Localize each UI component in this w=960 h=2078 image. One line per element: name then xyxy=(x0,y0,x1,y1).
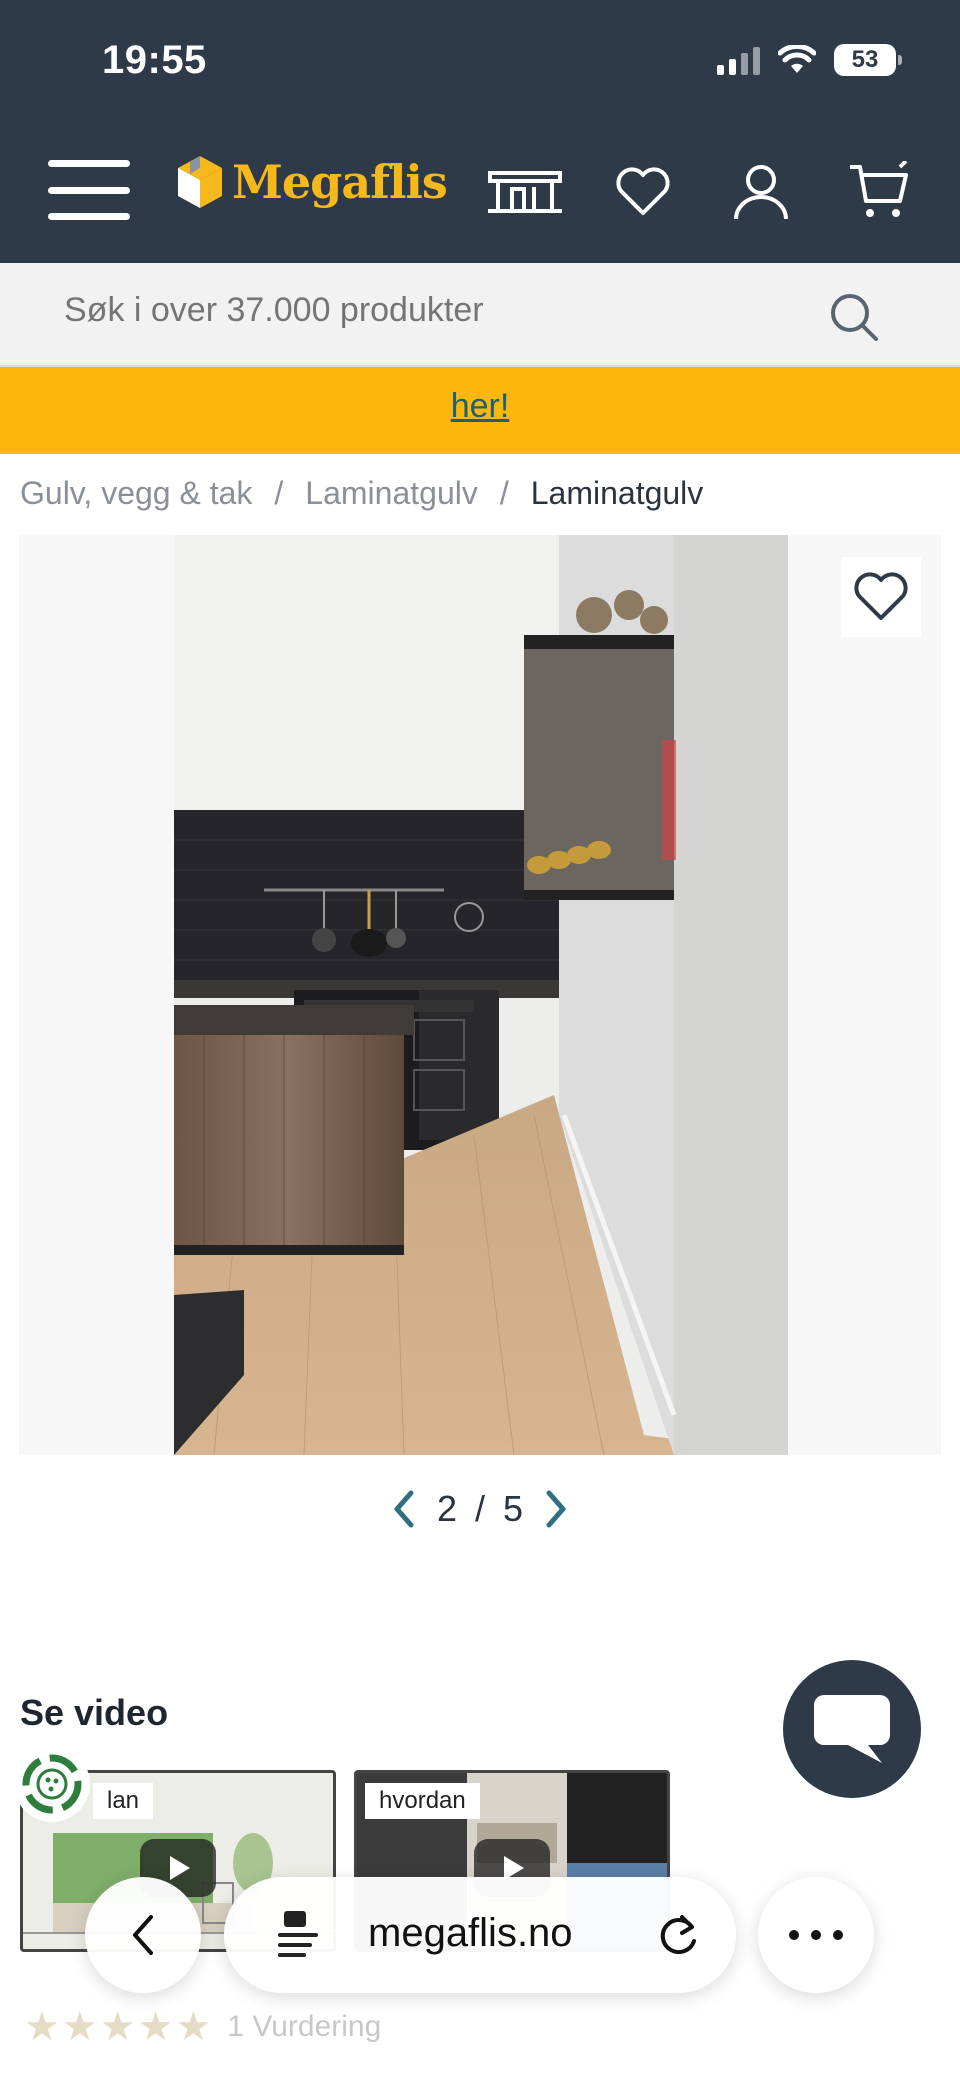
gallery-favorite-button[interactable] xyxy=(841,557,921,637)
account-button[interactable] xyxy=(702,156,820,228)
menu-button[interactable] xyxy=(48,160,130,220)
logo-text: Megaflis xyxy=(232,155,448,209)
breadcrumb-item[interactable]: Gulv, vegg & tak xyxy=(20,475,252,512)
cart-icon xyxy=(850,161,908,217)
breadcrumb-separator: / xyxy=(274,475,284,511)
browser-url: megaflis.no xyxy=(368,1911,573,1955)
banner-link[interactable]: her! xyxy=(0,387,960,426)
status-icons: 53 xyxy=(717,44,902,76)
more-dots-icon xyxy=(789,1930,843,1940)
wishlist-button[interactable] xyxy=(584,156,702,228)
product-image[interactable] xyxy=(174,535,788,1455)
chevron-right-icon[interactable] xyxy=(541,1489,571,1529)
rating-count: 1 Vurdering xyxy=(227,2010,382,2043)
video-section-title: Se video xyxy=(20,1692,169,1733)
recycle-icon xyxy=(22,1754,82,1814)
logo-cube-icon xyxy=(178,156,222,208)
gallery-pager: 2 / 5 xyxy=(0,1488,960,1530)
wifi-icon xyxy=(778,45,816,73)
page-settings-icon[interactable] xyxy=(276,1909,320,1961)
breadcrumb-current: Laminatgulv xyxy=(530,475,704,511)
star-icon: ★ xyxy=(175,2004,212,2050)
store-button[interactable] xyxy=(466,156,584,228)
cart-button[interactable] xyxy=(820,156,938,228)
video-thumbnail-label: hvordan xyxy=(365,1783,480,1819)
video-thumbnail-label: lan xyxy=(93,1783,154,1819)
pager-total: 5 xyxy=(503,1488,524,1529)
star-icon: ★ xyxy=(99,2004,136,2050)
chat-bubble-icon xyxy=(814,1695,890,1763)
breadcrumb-separator: / xyxy=(499,475,509,511)
star-icon: ★ xyxy=(61,2004,98,2050)
cellular-signal-icon xyxy=(717,45,760,75)
heart-icon xyxy=(616,167,670,215)
recycle-badge xyxy=(14,1746,90,1822)
status-time: 19:55 xyxy=(102,38,207,82)
promo-banner: her! xyxy=(0,367,960,454)
user-icon xyxy=(734,165,788,220)
pager-separator: / xyxy=(474,1488,485,1529)
browser-more-button[interactable] xyxy=(758,1877,874,1993)
kitchen-photo xyxy=(174,535,788,1455)
app-header: 19:55 53 Megaflis xyxy=(0,0,960,263)
chevron-left-icon[interactable] xyxy=(389,1489,419,1529)
search-bar xyxy=(0,263,960,367)
search-input[interactable] xyxy=(64,291,764,330)
star-icon: ★ xyxy=(137,2004,174,2050)
header-actions xyxy=(466,156,938,228)
browser-back-button[interactable] xyxy=(85,1877,201,1993)
star-icon: ★ xyxy=(24,2004,60,2050)
chevron-left-icon xyxy=(133,1915,153,1955)
battery-icon: 53 xyxy=(834,44,902,76)
breadcrumb: Gulv, vegg & tak / Laminatgulv / Laminat… xyxy=(20,475,703,512)
breadcrumb-item[interactable]: Laminatgulv xyxy=(305,475,478,512)
chat-button[interactable] xyxy=(783,1660,921,1798)
product-gallery[interactable] xyxy=(19,535,941,1455)
browser-address-bar[interactable]: megaflis.no xyxy=(224,1877,736,1993)
logo[interactable]: Megaflis xyxy=(176,154,448,210)
product-rating[interactable]: ★ ★ ★ ★ ★ 1 Vurdering xyxy=(24,2004,381,2050)
store-icon xyxy=(488,171,562,213)
search-icon[interactable] xyxy=(828,291,880,343)
reload-icon[interactable] xyxy=(656,1911,702,1959)
pager-current: 2 xyxy=(436,1488,457,1529)
heart-icon xyxy=(854,572,908,620)
